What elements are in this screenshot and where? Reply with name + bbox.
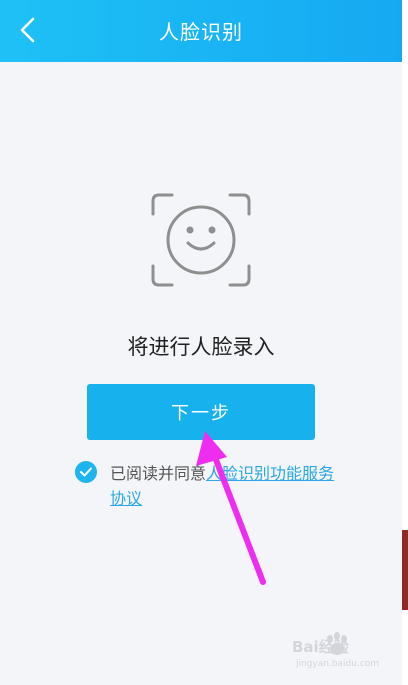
right-edge-strip bbox=[402, 0, 408, 685]
face-scan-icon bbox=[150, 192, 252, 288]
agreement-prefix: 已阅读并同意 bbox=[110, 464, 207, 483]
edge-mark bbox=[402, 530, 408, 610]
face-entry-prompt: 将进行人脸录入 bbox=[127, 335, 275, 359]
baidu-jingyan-watermark: Bai经验 jingyan.baidu.com bbox=[290, 632, 395, 676]
agreement-text: 已阅读并同意人脸识别功能服务协议 bbox=[110, 461, 340, 511]
watermark-domain: jingyan.baidu.com bbox=[296, 659, 380, 669]
check-icon bbox=[80, 467, 92, 477]
next-step-button[interactable]: 下一步 bbox=[87, 384, 315, 440]
header-bar: 人脸识别 bbox=[0, 0, 402, 62]
watermark-text: Bai经验 bbox=[292, 638, 349, 656]
page-title: 人脸识别 bbox=[159, 20, 243, 44]
agreement-checkbox[interactable] bbox=[75, 461, 97, 483]
